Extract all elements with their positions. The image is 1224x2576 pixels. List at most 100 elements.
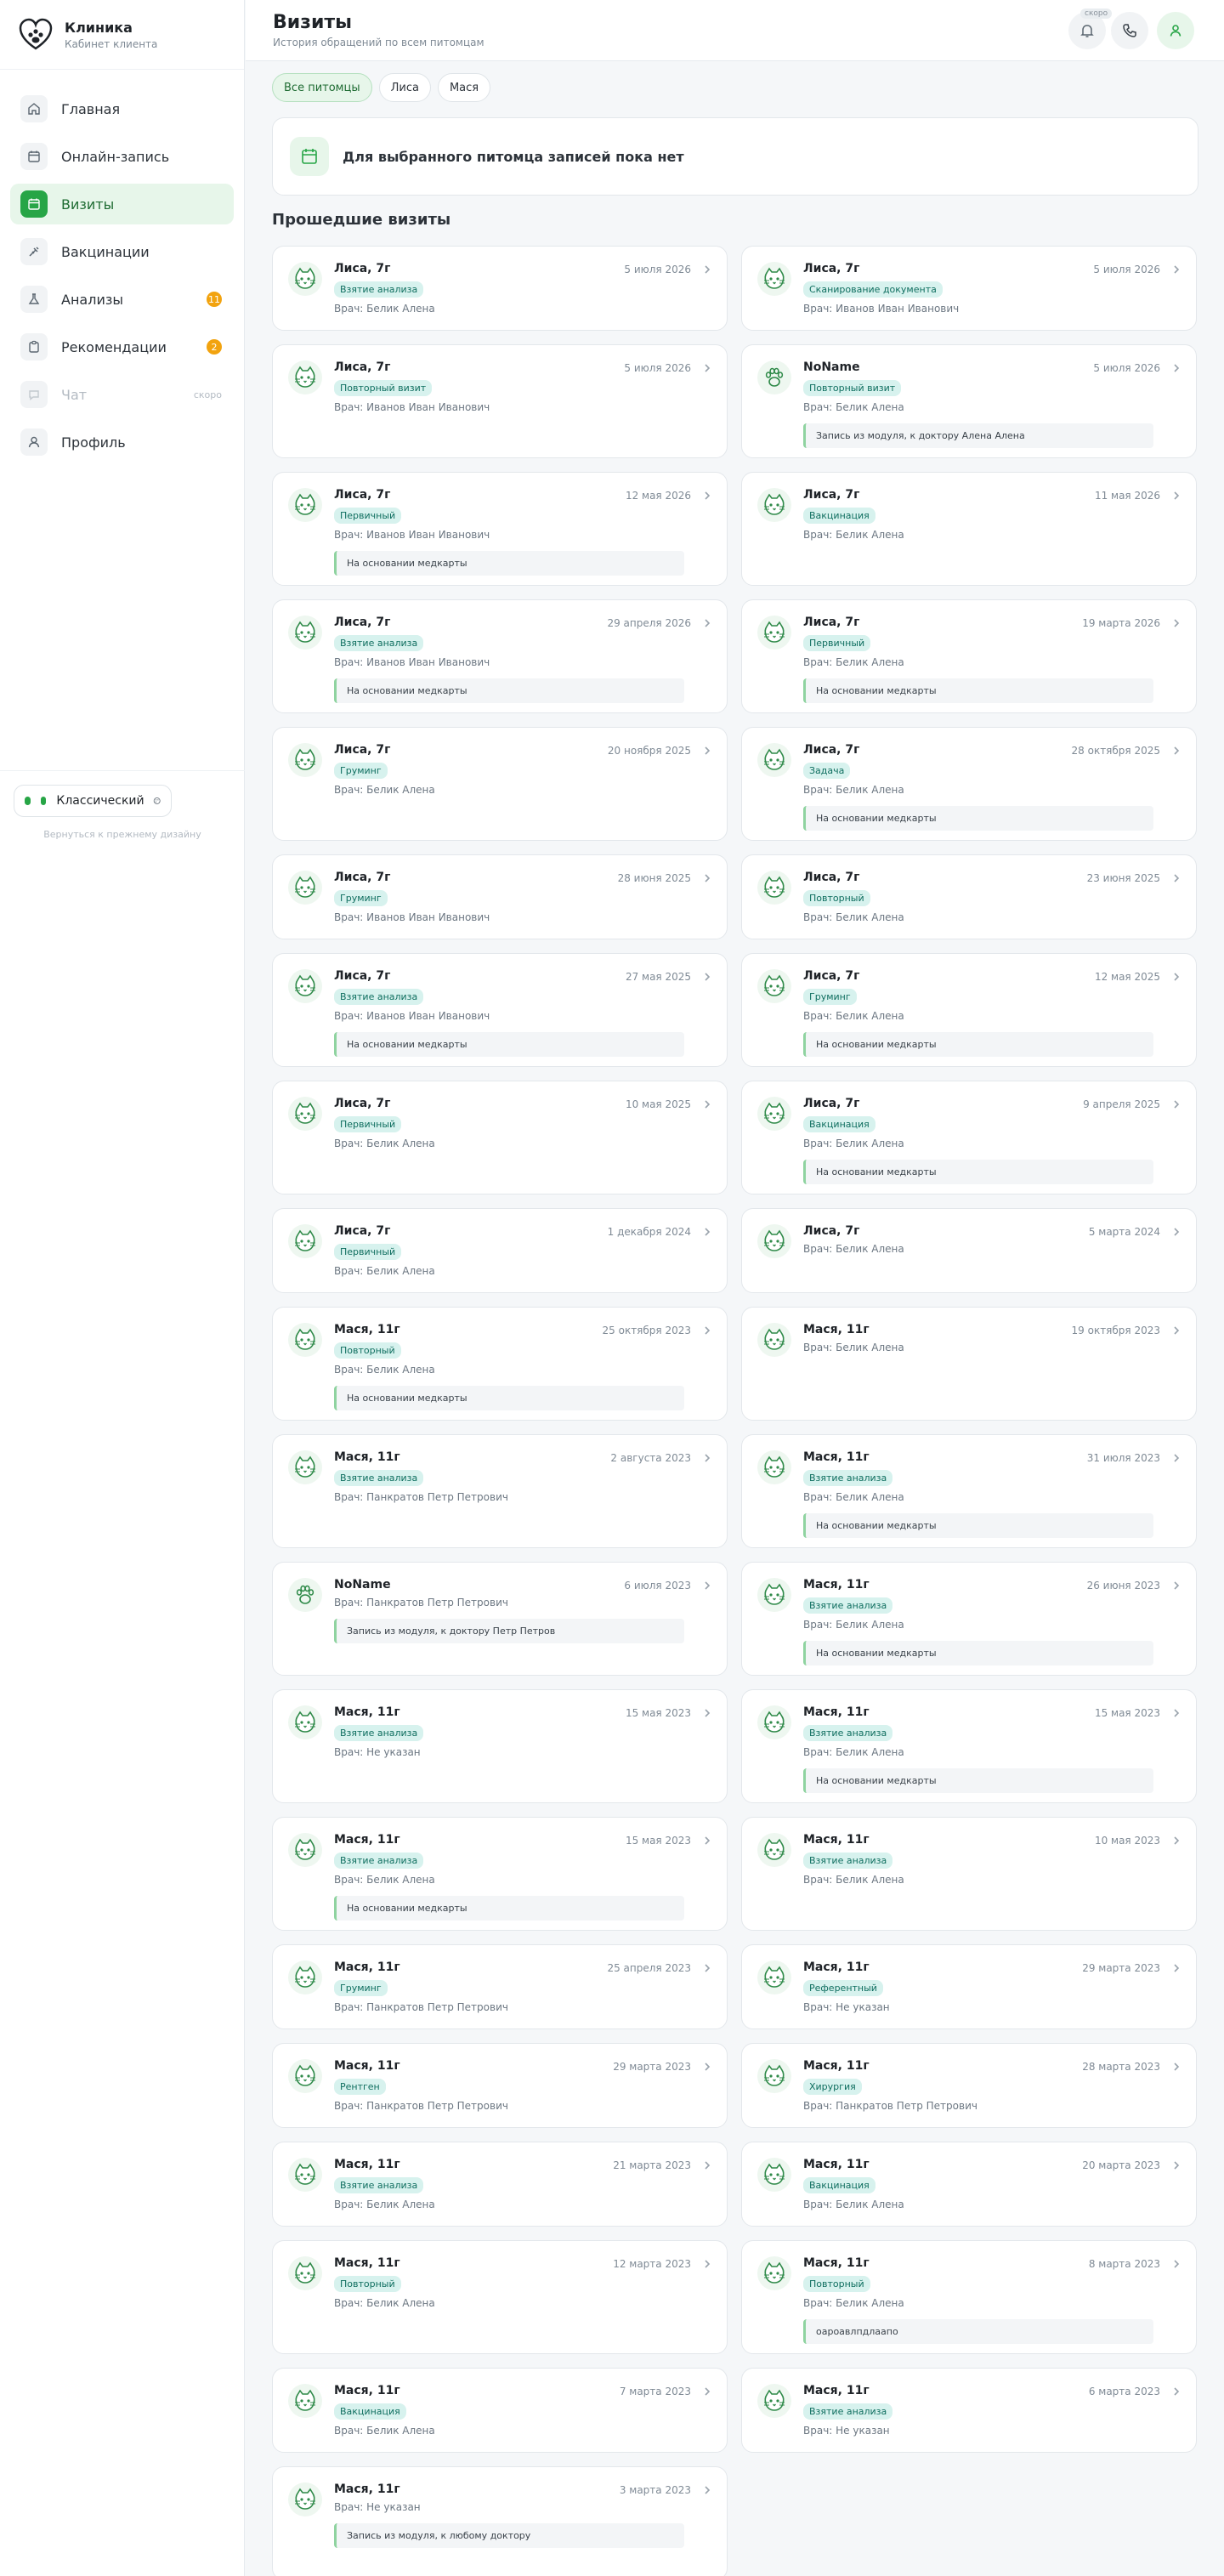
visit-card[interactable]: Лиса, 7г Врач: Белик Алена 5 марта 2024: [741, 1208, 1197, 1293]
clipboard-icon: [20, 333, 48, 360]
visit-doctor: Врач: Белик Алена: [803, 1874, 904, 1886]
visit-card[interactable]: NoName Врач: Панкратов Петр Петрович Зап…: [272, 1562, 728, 1676]
cat-icon: [764, 2064, 785, 2086]
pet-avatar: [757, 360, 791, 394]
cat-icon: [764, 2389, 785, 2411]
visit-card[interactable]: Мася, 11г Взятие анализа Врач: Панкратов…: [272, 1434, 728, 1548]
visit-date: 19 марта 2026: [1082, 617, 1160, 629]
pet-avatar: [757, 1450, 791, 1484]
nav-item-recommendations[interactable]: Рекомендации 2: [10, 326, 234, 367]
visit-note: На основании медкарты: [803, 1768, 1153, 1793]
visit-card[interactable]: Мася, 11г Повторный Врач: Белик Алена 12…: [272, 2240, 728, 2354]
visit-card[interactable]: Мася, 11г Взятие анализа Врач: Белик Але…: [272, 2142, 728, 2227]
visit-card[interactable]: Лиса, 7г Первичный Врач: Иванов Иван Ива…: [272, 472, 728, 586]
nav-item-online-booking[interactable]: Онлайн-запись: [10, 136, 234, 177]
visit-card[interactable]: Мася, 11г Вакцинация Врач: Белик Алена 7…: [272, 2368, 728, 2453]
nav-item-visits[interactable]: Визиты: [10, 184, 234, 224]
visit-doctor: Врач: Белик Алена: [803, 2199, 904, 2210]
nav-item-analyses[interactable]: Анализы 11: [10, 279, 234, 320]
visit-card[interactable]: Мася, 11г Хирургия Врач: Панкратов Петр …: [741, 2043, 1197, 2128]
visit-doctor: Врач: Не указан: [803, 2425, 890, 2437]
brand[interactable]: Клиника Кабинет клиента: [0, 0, 244, 70]
filter-pet-masya[interactable]: Мася: [437, 73, 491, 102]
paw-icon: [296, 1585, 314, 1604]
nav-label: Рекомендации: [61, 338, 167, 355]
visit-card[interactable]: Лиса, 7г Взятие анализа Врач: Иванов Ива…: [272, 599, 728, 713]
visit-card[interactable]: Лиса, 7г Задача Врач: Белик Алена На осн…: [741, 727, 1197, 841]
visit-type-tag: Взятие анализа: [334, 989, 424, 1005]
visit-card[interactable]: Мася, 11г Повторный Врач: Белик Алена На…: [272, 1307, 728, 1421]
visit-card[interactable]: Лиса, 7г Первичный Врач: Белик Алена 10 …: [272, 1081, 728, 1194]
visit-card[interactable]: Мася, 11г Врач: Белик Алена 19 октября 2…: [741, 1307, 1197, 1421]
visit-card[interactable]: Лиса, 7г Взятие анализа Врач: Иванов Ива…: [272, 953, 728, 1067]
visit-type-tag: Взятие анализа: [803, 1725, 893, 1741]
visit-card[interactable]: Мася, 11г Взятие анализа Врач: Не указан…: [272, 1689, 728, 1803]
visit-card[interactable]: Мася, 11г Врач: Не указан Запись из моду…: [272, 2466, 728, 2576]
chevron-right-icon: [705, 973, 711, 981]
visit-date: 12 марта 2023: [613, 2258, 691, 2270]
filter-pet-lisa[interactable]: Лиса: [378, 73, 431, 102]
visit-card[interactable]: Мася, 11г Референтный Врач: Не указан 29…: [741, 1944, 1197, 2029]
nav-item-profile[interactable]: Профиль: [10, 422, 234, 462]
visit-card[interactable]: Мася, 11г Взятие анализа Врач: Белик Але…: [741, 1562, 1197, 1676]
visit-note: На основании медкарты: [803, 1513, 1153, 1538]
nav-label: Онлайн-запись: [61, 148, 170, 165]
chevron-right-icon: [1174, 491, 1180, 500]
filter-all-pets[interactable]: Все питомцы: [272, 73, 372, 102]
theme-switch[interactable]: Классический: [14, 785, 172, 817]
visit-doctor: Врач: Панкратов Петр Петрович: [334, 1491, 508, 1503]
pet-avatar: [757, 2059, 791, 2093]
visit-card[interactable]: Лиса, 7г Повторный Врач: Белик Алена 23 …: [741, 854, 1197, 939]
phone-icon: [1123, 24, 1136, 37]
visit-card[interactable]: Мася, 11г Вакцинация Врач: Белик Алена 2…: [741, 2142, 1197, 2227]
visit-type-tag: Рентген: [334, 2079, 386, 2095]
visit-card[interactable]: Лиса, 7г Повторный визит Врач: Иванов Ив…: [272, 344, 728, 458]
visit-card[interactable]: Мася, 11г Взятие анализа Врач: Белик Але…: [741, 1434, 1197, 1548]
chevron-right-icon: [705, 364, 711, 372]
visit-card[interactable]: Мася, 11г Рентген Врач: Панкратов Петр П…: [272, 2043, 728, 2128]
cat-icon: [295, 2163, 315, 2185]
visit-card[interactable]: Мася, 11г Взятие анализа Врач: Белик Але…: [741, 1817, 1197, 1931]
visit-type-tag: Взятие анализа: [334, 1725, 424, 1741]
visit-note: На основании медкарты: [803, 1032, 1153, 1057]
visit-card[interactable]: Лиса, 7г Первичный Врач: Белик Алена На …: [741, 599, 1197, 713]
visit-card[interactable]: Лиса, 7г Первичный Врач: Белик Алена 1 д…: [272, 1208, 728, 1293]
nav-item-home[interactable]: Главная: [10, 88, 234, 129]
cat-icon: [295, 1229, 315, 1251]
visit-card[interactable]: Лиса, 7г Вакцинация Врач: Белик Алена На…: [741, 1081, 1197, 1194]
visit-card[interactable]: Лиса, 7г Груминг Врач: Иванов Иван Ивано…: [272, 854, 728, 939]
chevron-right-icon: [1174, 265, 1180, 274]
visit-card[interactable]: Мася, 11г Груминг Врач: Панкратов Петр П…: [272, 1944, 728, 2029]
visit-type-tag: Взятие анализа: [803, 1597, 893, 1614]
visit-doctor: Врач: Иванов Иван Иванович: [334, 529, 490, 541]
call-button[interactable]: [1111, 12, 1148, 49]
visit-card[interactable]: Лиса, 7г Вакцинация Врач: Белик Алена 11…: [741, 472, 1197, 586]
visit-card[interactable]: NoName Повторный визит Врач: Белик Алена…: [741, 344, 1197, 458]
visit-doctor: Врач: Иванов Иван Иванович: [334, 401, 490, 413]
profile-button[interactable]: [1157, 12, 1194, 49]
visit-card[interactable]: Мася, 11г Взятие анализа Врач: Не указан…: [741, 2368, 1197, 2453]
visit-card[interactable]: Мася, 11г Взятие анализа Врач: Белик Але…: [272, 1817, 728, 1931]
past-visits-grid: Лиса, 7г Взятие анализа Врач: Белик Ален…: [272, 246, 1198, 2576]
visit-card[interactable]: Лиса, 7г Груминг Врач: Белик Алена 20 но…: [272, 727, 728, 841]
chevron-right-icon: [705, 1326, 711, 1335]
visit-date: 10 мая 2023: [1094, 1835, 1160, 1847]
visit-note: Запись из модуля, к любому доктору: [334, 2523, 684, 2548]
visit-type-tag: Груминг: [803, 989, 857, 1005]
visit-card[interactable]: Мася, 11г Взятие анализа Врач: Белик Але…: [741, 1689, 1197, 1803]
visit-type-tag: Сканирование документа: [803, 281, 943, 298]
visit-card[interactable]: Лиса, 7г Груминг Врач: Белик Алена На ос…: [741, 953, 1197, 1067]
visit-date: 9 апреля 2025: [1083, 1098, 1160, 1110]
visit-card[interactable]: Лиса, 7г Взятие анализа Врач: Белик Ален…: [272, 246, 728, 331]
visit-date: 12 мая 2026: [625, 490, 691, 502]
chevron-right-icon: [1174, 2387, 1180, 2396]
return-old-design-link[interactable]: Вернуться к прежнему дизайну: [0, 829, 245, 840]
visit-date: 29 апреля 2026: [607, 617, 691, 629]
visit-type-tag: Референтный: [803, 1980, 883, 1996]
pet-avatar: [757, 2256, 791, 2290]
visit-card[interactable]: Мася, 11г Повторный Врач: Белик Алена оа…: [741, 2240, 1197, 2354]
visit-doctor: Врач: Белик Алена: [334, 2297, 435, 2309]
visit-date: 5 июля 2026: [624, 264, 691, 275]
visit-card[interactable]: Лиса, 7г Сканирование документа Врач: Ив…: [741, 246, 1197, 331]
nav-item-vaccinations[interactable]: Вакцинации: [10, 231, 234, 272]
